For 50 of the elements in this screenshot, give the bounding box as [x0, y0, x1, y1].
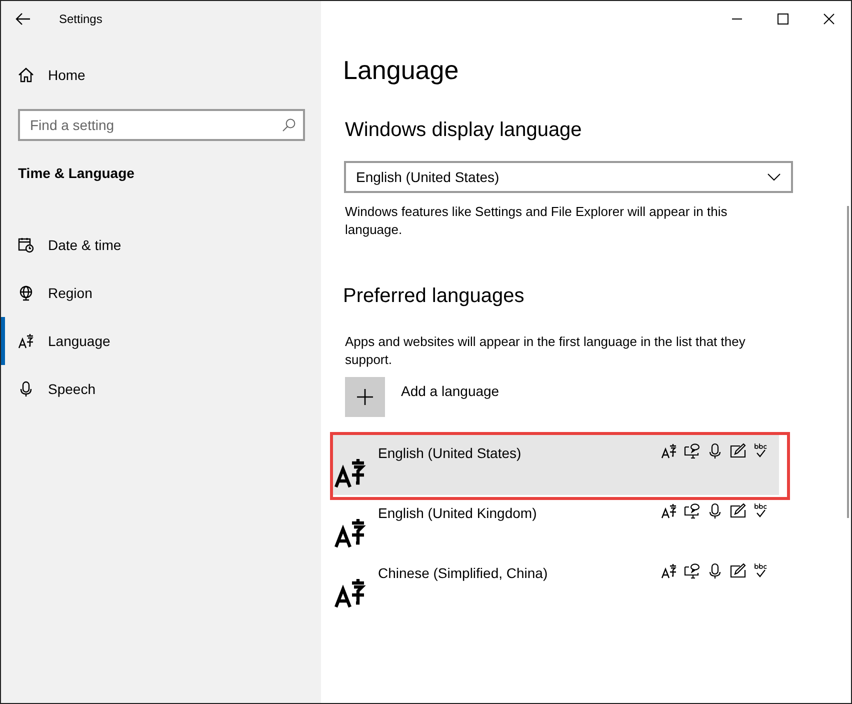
sidebar-item[interactable]: Date & time [1, 221, 321, 269]
section-heading: Time & Language [17, 164, 136, 183]
language-pack-icon [661, 443, 677, 459]
handwriting-icon [730, 563, 746, 579]
language-icon [18, 333, 34, 349]
handwriting-icon [730, 443, 746, 459]
plus-icon [356, 388, 374, 406]
globe-icon [18, 285, 34, 301]
speech-display-icon [684, 563, 700, 579]
section-heading: Preferred languages [343, 284, 526, 309]
description-text: Apps and websites will appear in the first language in the list that they support. [345, 333, 746, 369]
language-name: Chinese (Simplified, China) [378, 564, 548, 583]
sidebar-item[interactable]: Region [1, 269, 321, 317]
microphone-icon [707, 443, 723, 459]
handwriting-icon [730, 503, 746, 519]
language-dropdown[interactable]: English (United States) [344, 161, 793, 193]
language-icon [334, 517, 366, 549]
language-row[interactable]: Chinese (Simplified, China) [330, 555, 779, 615]
language-icon [334, 577, 366, 609]
language-row[interactable]: English (United States) [330, 435, 779, 495]
scrollbar[interactable] [847, 206, 849, 518]
maximize-icon [777, 13, 789, 25]
microphone-icon [707, 563, 723, 579]
spellcheck-icon [753, 563, 769, 579]
calendar-clock-icon [18, 237, 34, 253]
microphone-icon [18, 381, 34, 397]
search-field[interactable]: Find a setting [18, 109, 305, 141]
description-text: Windows features like Settings and File Explorer will appear in this language. [345, 203, 728, 239]
language-pack-icon [661, 563, 677, 579]
language-row[interactable]: English (United Kingdom) [330, 495, 779, 555]
language-name: English (United States) [378, 444, 522, 463]
language-pack-icon [661, 503, 677, 519]
speech-display-icon [684, 443, 700, 459]
spellcheck-icon [753, 443, 769, 459]
section-heading: Windows display language [345, 118, 583, 143]
close-icon [823, 13, 835, 25]
chevron-down-icon [767, 173, 781, 181]
speech-display-icon [684, 503, 700, 519]
spellcheck-icon [753, 503, 769, 519]
back-arrow-icon [15, 12, 31, 26]
microphone-icon [707, 503, 723, 519]
add-language-label[interactable]: Add a language [401, 381, 500, 402]
home-link[interactable]: Home [1, 51, 321, 99]
sidebar-item[interactable]: Speech [1, 365, 321, 413]
window-title: Settings [59, 11, 102, 28]
language-icon [334, 457, 366, 489]
language-name: English (United Kingdom) [378, 504, 537, 523]
home-icon [18, 67, 34, 83]
search-icon [282, 118, 296, 132]
page-title: Language [343, 54, 460, 87]
